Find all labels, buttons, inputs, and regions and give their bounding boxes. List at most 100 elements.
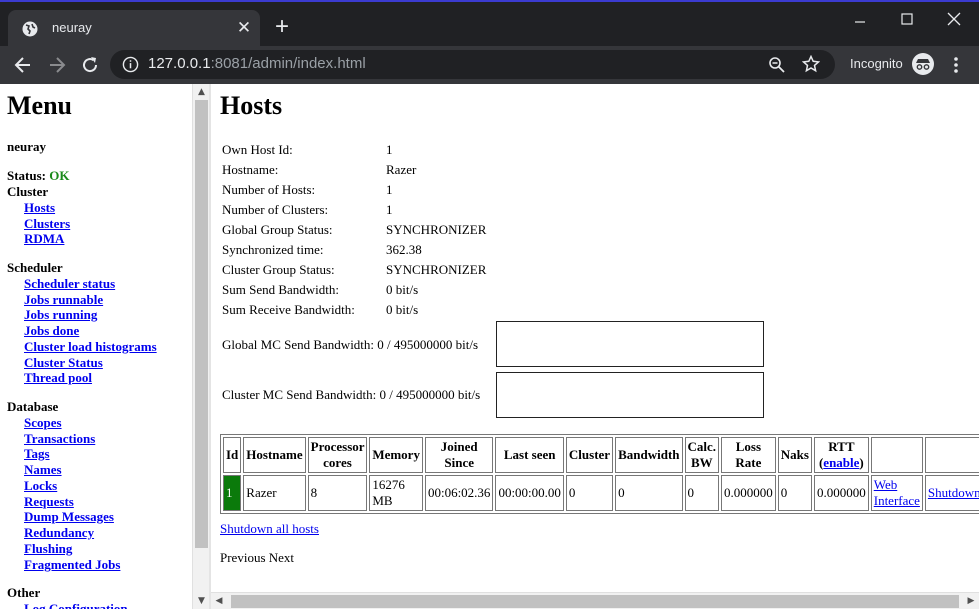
menu-link-tags[interactable]: Tags xyxy=(24,446,50,462)
shutdown-host-link[interactable]: Shutdown xyxy=(928,485,979,500)
col-shutdown xyxy=(924,437,979,473)
info-key: Hostname: xyxy=(222,162,279,177)
table-row: 1 Razer 8 16276 MB 00:06:02.36 00:00:00.… xyxy=(223,475,979,511)
scroll-down-arrow-icon[interactable]: ▼ xyxy=(193,593,210,609)
scrollbar-thumb[interactable] xyxy=(195,100,208,548)
col-rtt: RTT (enable) xyxy=(813,437,869,473)
new-tab-icon[interactable]: + xyxy=(271,15,293,39)
menu-link-dump-messages[interactable]: Dump Messages xyxy=(24,509,114,525)
menu-vertical-scrollbar[interactable]: ▲ ▼ xyxy=(192,84,209,609)
incognito-label: Incognito xyxy=(850,56,903,71)
cluster-mc-value: 0 / 495000000 bit/s xyxy=(379,387,481,402)
menu-link-requests[interactable]: Requests xyxy=(24,494,74,510)
cell-id: 1 xyxy=(223,475,242,511)
menu-link-log-configuration[interactable]: Log Configuration xyxy=(24,601,128,609)
cell-loss-rate: 0.000000 xyxy=(721,475,776,511)
scroll-up-arrow-icon[interactable]: ▲ xyxy=(193,84,210,100)
scroll-left-arrow-icon[interactable]: ◀ xyxy=(211,593,227,609)
pager: Previous Next xyxy=(220,550,294,566)
scroll-right-arrow-icon[interactable]: ▶ xyxy=(963,593,979,609)
web-interface-link[interactable]: Web Interface xyxy=(874,477,920,508)
col-cluster: Cluster xyxy=(565,437,614,473)
col-joined-since: Joined Since xyxy=(424,437,494,473)
menu-link-scheduler-status[interactable]: Scheduler status xyxy=(24,276,115,292)
menu-link-jobs-done[interactable]: Jobs done xyxy=(24,323,79,339)
product-name: neuray xyxy=(7,139,46,154)
info-icon[interactable] xyxy=(122,56,139,73)
info-value: 1 xyxy=(386,202,393,217)
global-mc-bandwidth: Global MC Send Bandwidth: 0 / 495000000 … xyxy=(222,337,478,353)
shutdown-all-hosts-link[interactable]: Shutdown all hosts xyxy=(220,521,319,537)
main-horizontal-scrollbar[interactable]: ◀ ▶ xyxy=(211,592,979,609)
info-value: 1 xyxy=(386,182,393,197)
hosts-frame: Hosts Own Host Id: 1 Hostname: Razer Numbe… xyxy=(211,84,979,609)
info-key: Own Host Id: xyxy=(222,142,293,157)
col-loss-rate: Loss Rate xyxy=(721,437,776,473)
col-bandwidth: Bandwidth xyxy=(615,437,683,473)
incognito-icon[interactable] xyxy=(911,52,935,76)
menu-link-redundancy[interactable]: Redundancy xyxy=(24,525,94,541)
page-viewport: Menu neuray Status: OK Cluster Hosts Clu… xyxy=(0,84,979,609)
cell-calc-bw: 0 xyxy=(684,475,720,511)
menu-link-flushing[interactable]: Flushing xyxy=(24,541,72,557)
browser-toolbar: 127.0.0.1:8081/admin/index.html Incognit… xyxy=(0,46,979,84)
cell-memory: 16276 MB xyxy=(369,475,423,511)
global-mc-value: 0 / 495000000 bit/s xyxy=(377,337,479,352)
global-mc-bandwidth-graph xyxy=(496,321,764,367)
cell-rtt: 0.000000 xyxy=(813,475,869,511)
pager-next[interactable]: Next xyxy=(269,550,294,565)
col-hostname: Hostname xyxy=(243,437,306,473)
reload-icon[interactable] xyxy=(80,55,100,75)
bookmark-star-icon[interactable] xyxy=(802,55,820,73)
cluster-mc-bandwidth-graph xyxy=(496,372,764,418)
col-web xyxy=(870,437,923,473)
info-value: 362.38 xyxy=(386,242,422,257)
menu-link-jobs-runnable[interactable]: Jobs runnable xyxy=(24,292,103,308)
back-icon[interactable] xyxy=(13,55,33,75)
menu-link-locks[interactable]: Locks xyxy=(24,478,57,494)
tab-title: neuray xyxy=(52,20,92,35)
cluster-mc-bandwidth: Cluster MC Send Bandwidth: 0 / 495000000… xyxy=(222,387,480,403)
menu-link-rdma[interactable]: RDMA xyxy=(24,231,64,247)
info-value: 1 xyxy=(386,142,393,157)
cell-web: Web Interface xyxy=(870,475,923,511)
pager-previous[interactable]: Previous xyxy=(220,550,266,565)
menu-link-hosts[interactable]: Hosts xyxy=(24,200,55,216)
section-database: Database xyxy=(7,399,59,414)
forward-icon[interactable] xyxy=(47,55,67,75)
col-memory: Memory xyxy=(369,437,423,473)
close-tab-icon[interactable]: ✕ xyxy=(235,19,253,37)
info-value: SYNCHRONIZER xyxy=(386,222,487,237)
menu-link-jobs-running[interactable]: Jobs running xyxy=(24,307,97,323)
close-window-icon[interactable] xyxy=(944,10,964,30)
menu-link-thread-pool[interactable]: Thread pool xyxy=(24,370,92,386)
menu-link-cluster-status[interactable]: Cluster Status xyxy=(24,355,103,371)
maximize-icon[interactable] xyxy=(897,10,917,30)
browser-tab[interactable]: neuray ✕ xyxy=(8,10,260,48)
status-value: OK xyxy=(49,168,70,183)
col-last-seen: Last seen xyxy=(495,437,564,473)
url-text[interactable]: 127.0.0.1:8081/admin/index.html xyxy=(148,55,366,72)
info-key: Sum Receive Bandwidth: xyxy=(222,302,355,317)
cell-cluster: 0 xyxy=(565,475,614,511)
kebab-menu-icon[interactable] xyxy=(948,55,964,75)
menu-link-fragmented-jobs[interactable]: Fragmented Jobs xyxy=(24,557,120,573)
menu-link-cluster-load-histograms[interactable]: Cluster load histograms xyxy=(24,339,157,355)
info-value: SYNCHRONIZER xyxy=(386,262,487,277)
zoom-icon[interactable] xyxy=(768,56,786,74)
col-calc-bw: Calc. BW xyxy=(684,437,720,473)
menu-link-clusters[interactable]: Clusters xyxy=(24,216,70,232)
address-bar[interactable]: 127.0.0.1:8081/admin/index.html xyxy=(110,50,835,79)
menu-link-scopes[interactable]: Scopes xyxy=(24,415,62,431)
menu-title: Menu xyxy=(7,91,72,120)
scrollbar-thumb[interactable] xyxy=(231,595,959,608)
status-label: Status: xyxy=(7,168,47,183)
menu-link-transactions[interactable]: Transactions xyxy=(24,431,95,447)
section-other: Other xyxy=(7,585,41,600)
info-value: Razer xyxy=(386,162,417,177)
info-key: Number of Clusters: xyxy=(222,202,329,217)
info-key: Synchronized time: xyxy=(222,242,324,257)
minimize-icon[interactable] xyxy=(850,10,870,30)
rtt-enable-link[interactable]: enable xyxy=(823,455,859,470)
menu-link-names[interactable]: Names xyxy=(24,462,62,478)
